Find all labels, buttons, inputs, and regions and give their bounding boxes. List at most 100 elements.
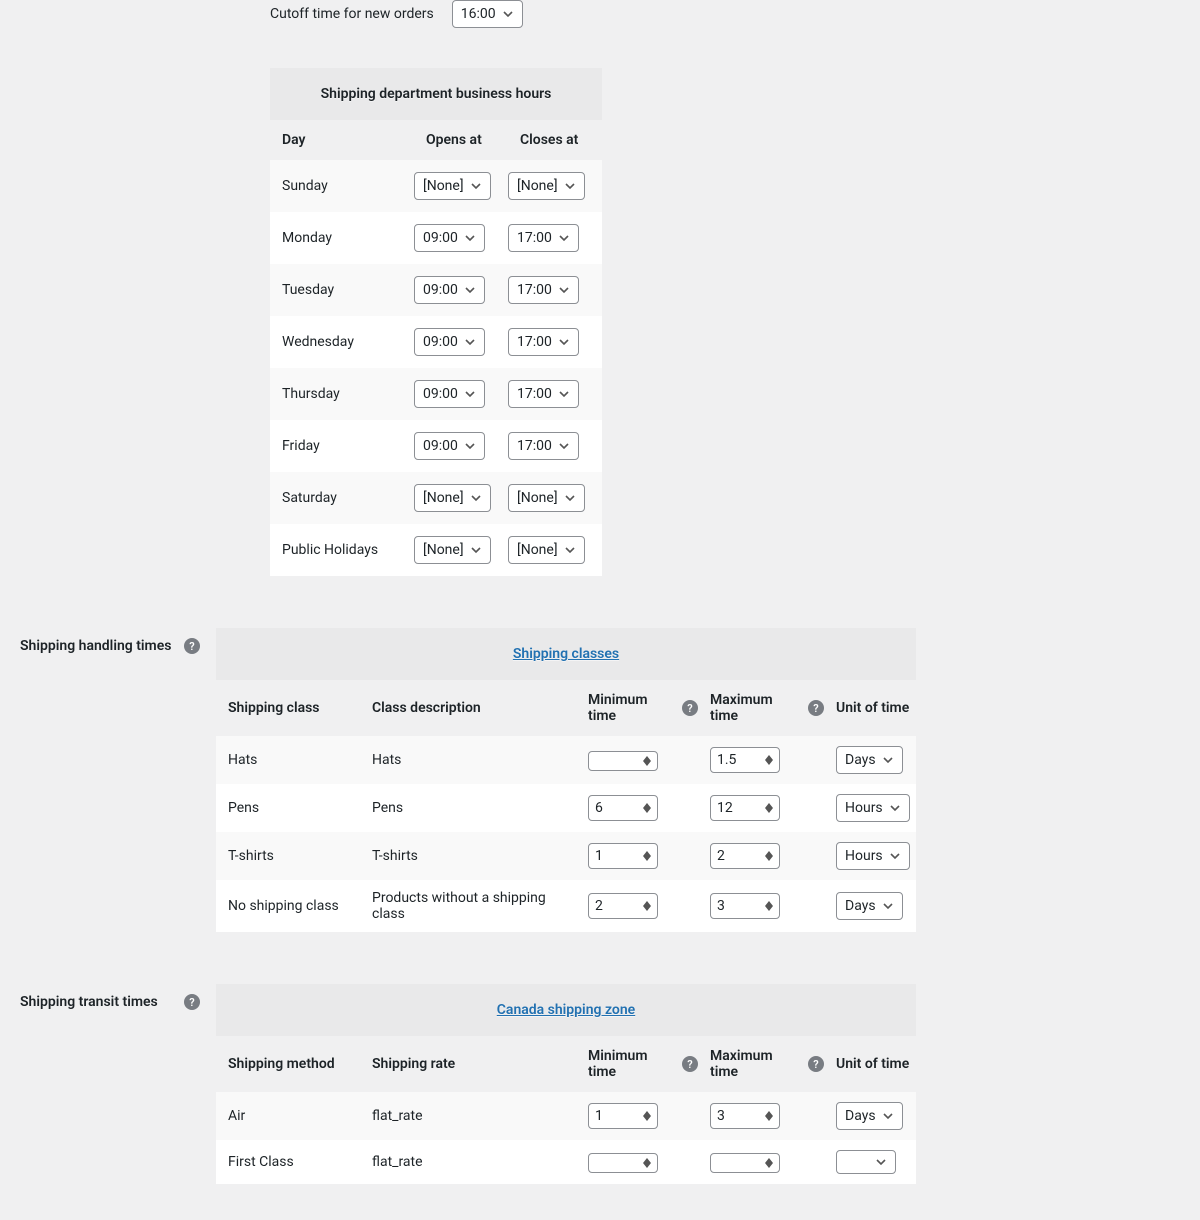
opens-at-value: 09:00: [423, 334, 458, 350]
help-icon[interactable]: ?: [808, 1056, 824, 1072]
max-time-input[interactable]: 3: [710, 893, 780, 919]
closes-at-select[interactable]: [None]: [508, 172, 585, 200]
cutoff-time-value: 16:00: [461, 6, 496, 22]
business-hours-columns: Day Opens at Closes at: [270, 120, 602, 160]
opens-at-select[interactable]: 09:00: [414, 380, 485, 408]
max-time-value: 3: [717, 898, 725, 914]
unit-select[interactable]: Days: [836, 1102, 903, 1130]
stepper-icon: [765, 851, 773, 861]
help-icon[interactable]: ?: [184, 994, 200, 1010]
col-min-time: Minimum time ?: [576, 1048, 698, 1080]
transit-section-label-wrap: Shipping transit times ?: [20, 984, 216, 1010]
opens-at-select[interactable]: [None]: [414, 172, 491, 200]
closes-at-select[interactable]: 17:00: [508, 224, 579, 252]
closes-at-select[interactable]: 17:00: [508, 380, 579, 408]
handling-columns: Shipping class Class description Minimum…: [216, 680, 916, 736]
stepper-icon: [643, 1158, 651, 1168]
min-time-input[interactable]: 2: [588, 893, 658, 919]
unit-select[interactable]: Days: [836, 892, 903, 920]
chevron-down-icon: [464, 440, 476, 452]
day-label: Saturday: [270, 490, 414, 506]
transit-header: Canada shipping zone: [216, 984, 916, 1036]
max-time-input[interactable]: 3: [710, 1103, 780, 1129]
col-max-time: Maximum time ?: [698, 692, 824, 724]
unit-select[interactable]: [836, 1150, 896, 1174]
chevron-down-icon: [558, 388, 570, 400]
min-time-input[interactable]: 6: [588, 795, 658, 821]
handling-section-label-wrap: Shipping handling times ?: [20, 628, 216, 654]
business-hours-table: Shipping department business hours Day O…: [270, 68, 602, 576]
day-label: Wednesday: [270, 334, 414, 350]
col-unit: Unit of time: [824, 1048, 916, 1080]
max-time-input[interactable]: [710, 1153, 780, 1173]
min-time-input[interactable]: [588, 1153, 658, 1173]
unit-value: Days: [845, 898, 876, 914]
col-max-time: Maximum time ?: [698, 1048, 824, 1080]
opens-at-select[interactable]: [None]: [414, 484, 491, 512]
handling-desc: T-shirts: [360, 848, 576, 864]
transit-table: Canada shipping zone Shipping method Shi…: [216, 984, 916, 1184]
opens-at-value: 09:00: [423, 438, 458, 454]
stepper-icon: [643, 1111, 651, 1121]
canada-zone-link[interactable]: Canada shipping zone: [497, 1002, 635, 1018]
max-time-input[interactable]: 1.5: [710, 747, 780, 773]
opens-at-select[interactable]: 09:00: [414, 432, 485, 460]
transit-section-label: Shipping transit times: [20, 994, 158, 1010]
day-label: Monday: [270, 230, 414, 246]
col-min-time: Minimum time ?: [576, 692, 698, 724]
shipping-classes-link[interactable]: Shipping classes: [513, 646, 619, 662]
transit-name: Air: [216, 1108, 360, 1124]
min-time-value: 1: [595, 1108, 603, 1124]
closes-at-value: 17:00: [517, 438, 552, 454]
help-icon[interactable]: ?: [808, 700, 824, 716]
unit-select[interactable]: Hours: [836, 794, 910, 822]
help-icon[interactable]: ?: [682, 1056, 698, 1072]
handling-desc: Hats: [360, 752, 576, 768]
chevron-down-icon: [464, 284, 476, 296]
closes-at-select[interactable]: 17:00: [508, 276, 579, 304]
closes-at-value: [None]: [517, 542, 558, 558]
chevron-down-icon: [464, 232, 476, 244]
closes-at-select[interactable]: [None]: [508, 536, 585, 564]
closes-at-select[interactable]: 17:00: [508, 432, 579, 460]
help-icon[interactable]: ?: [682, 700, 698, 716]
hours-row: Thursday09:0017:00: [270, 368, 602, 420]
stepper-icon: [643, 851, 651, 861]
opens-at-select[interactable]: 09:00: [414, 224, 485, 252]
opens-at-select[interactable]: [None]: [414, 536, 491, 564]
stepper-icon: [765, 1111, 773, 1121]
opens-at-value: 09:00: [423, 386, 458, 402]
cutoff-time-select[interactable]: 16:00: [452, 0, 523, 28]
max-time-input[interactable]: 2: [710, 843, 780, 869]
cutoff-time-row: Cutoff time for new orders 16:00: [20, 0, 1180, 28]
hours-row: Sunday [None] [None]: [270, 160, 602, 212]
opens-at-value: [None]: [423, 178, 464, 194]
min-time-input[interactable]: [588, 751, 658, 771]
col-day: Day: [270, 132, 414, 148]
help-icon[interactable]: ?: [184, 638, 200, 654]
stepper-icon: [765, 803, 773, 813]
chevron-down-icon: [470, 180, 482, 192]
closes-at-select[interactable]: [None]: [508, 484, 585, 512]
handling-table: Shipping classes Shipping class Class de…: [216, 628, 916, 932]
stepper-icon: [643, 803, 651, 813]
cutoff-time-label: Cutoff time for new orders: [270, 6, 434, 22]
business-hours-title: Shipping department business hours: [270, 68, 602, 120]
min-time-input[interactable]: 1: [588, 1103, 658, 1129]
closes-at-select[interactable]: 17:00: [508, 328, 579, 356]
opens-at-select[interactable]: 09:00: [414, 328, 485, 356]
unit-select[interactable]: Hours: [836, 842, 910, 870]
unit-value: Hours: [845, 800, 883, 816]
transit-desc: flat_rate: [360, 1108, 576, 1124]
day-label: Sunday: [270, 178, 414, 194]
handling-row: HatsHats1.5Days: [216, 736, 916, 784]
hours-row: Friday09:0017:00: [270, 420, 602, 472]
opens-at-select[interactable]: 09:00: [414, 276, 485, 304]
handling-section-label: Shipping handling times: [20, 638, 171, 654]
unit-select[interactable]: Days: [836, 746, 903, 774]
chevron-down-icon: [558, 232, 570, 244]
min-time-input[interactable]: 1: [588, 843, 658, 869]
transit-desc: flat_rate: [360, 1154, 576, 1170]
chevron-down-icon: [470, 492, 482, 504]
max-time-input[interactable]: 12: [710, 795, 780, 821]
